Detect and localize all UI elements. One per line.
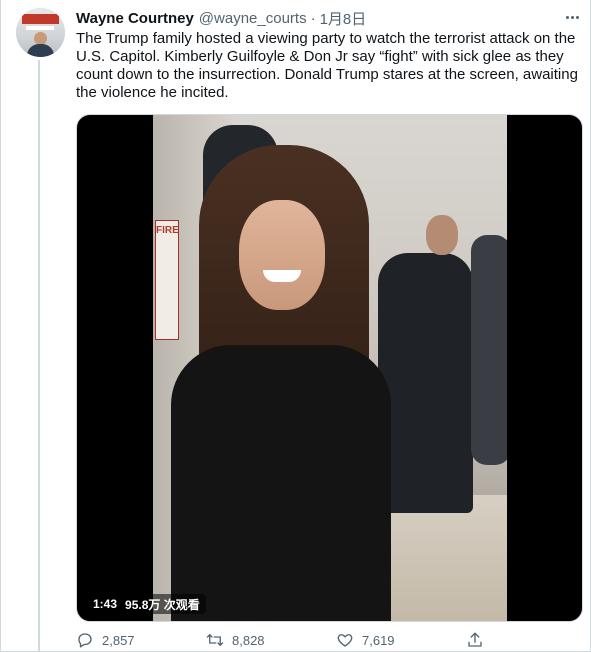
like-count: 7,619 (362, 632, 395, 648)
video-subject (171, 145, 391, 621)
tweet-date[interactable]: 1月8日 (320, 8, 367, 29)
share-icon (468, 632, 482, 647)
video-player[interactable]: FIRE 1:43 95.8万 次观看 (76, 114, 583, 622)
video-duration: 1:43 (93, 597, 118, 611)
video-views: 95.8万 次观看 (125, 597, 200, 612)
author-name[interactable]: Wayne Courtney (76, 10, 194, 27)
video-frame: FIRE (153, 115, 507, 621)
retweet-count: 8,828 (232, 632, 265, 648)
separator: · (310, 9, 316, 27)
retweet-button[interactable]: 8,828 (206, 631, 336, 649)
more-icon[interactable] (561, 8, 583, 26)
reply-icon (78, 633, 92, 648)
reply-count: 2,857 (102, 632, 135, 648)
avatar[interactable] (16, 8, 65, 57)
video-info-badge: 1:43 95.8万 次观看 (87, 594, 206, 614)
like-button[interactable]: 7,619 (336, 631, 466, 649)
like-icon (337, 634, 353, 647)
tweet-text: The Trump family hosted a viewing party … (76, 30, 578, 101)
share-button[interactable] (466, 631, 496, 649)
retweet-icon (206, 634, 224, 646)
reply-button[interactable]: 2,857 (76, 631, 206, 649)
action-bar: 2,857 8,828 7,619 (76, 628, 546, 652)
author-handle[interactable]: @wayne_courts (199, 10, 307, 27)
thread-line (38, 60, 40, 652)
tweet-header: Wayne Courtney @wayne_courts · 1月8日 (76, 8, 366, 28)
